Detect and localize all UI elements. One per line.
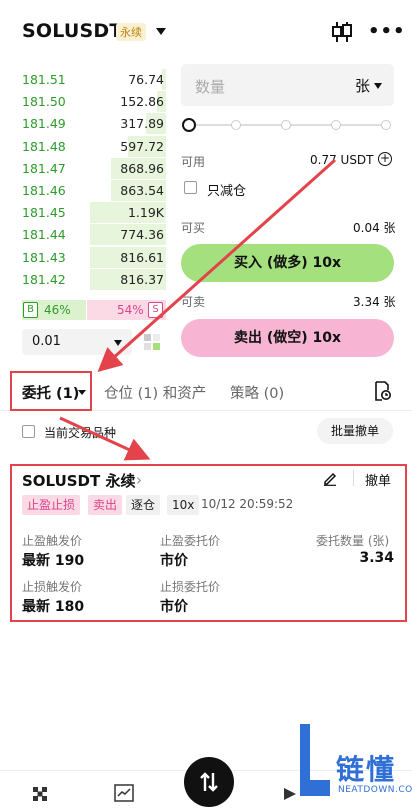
current-symbol-label[interactable]: 当前交易品种 <box>44 424 116 441</box>
orderbook-quantity: 597.72 <box>120 138 164 154</box>
chart-icon[interactable] <box>114 784 134 802</box>
orderbook-quantity: 317.89 <box>120 116 164 132</box>
can-sell-label: 可卖 <box>181 295 206 309</box>
orderbook-quantity: 152.86 <box>120 94 164 110</box>
orderbook-price: 181.42 <box>22 271 66 287</box>
orderbook-price: 181.46 <box>22 183 66 198</box>
buy-ratio-percent: 46% <box>44 303 71 317</box>
chevron-down-icon[interactable] <box>374 83 382 89</box>
current-symbol-checkbox[interactable] <box>22 425 35 438</box>
orderbook-quantity: 1.19K <box>127 205 164 221</box>
quantity-placeholder: 数量 <box>195 78 226 96</box>
quantity-input[interactable]: 数量 张 <box>181 64 394 106</box>
quantity-slider-handle[interactable] <box>182 118 196 132</box>
can-buy-value: 0.04 张 <box>353 221 396 235</box>
orderbook-row[interactable]: 181.43 816.61 <box>22 246 166 268</box>
watermark-site: NEATDOWN.COM <box>338 785 412 795</box>
orderbook-row[interactable]: 181.48 597.72 <box>22 135 166 157</box>
orderbook-price: 181.48 <box>22 138 66 154</box>
pair-dropdown-icon[interactable] <box>156 28 166 35</box>
markets-icon[interactable] <box>32 786 48 802</box>
orderbook-price: 181.45 <box>22 205 66 221</box>
watermark-logo-icon <box>300 724 330 796</box>
orderbook-row[interactable]: 181.49 317.89 <box>22 112 166 135</box>
orderbook-quantity: 816.37 <box>120 271 164 287</box>
perpetual-badge: 永续 <box>116 23 146 41</box>
candlestick-icon[interactable] <box>331 20 353 44</box>
can-buy-label: 可买 <box>181 221 206 235</box>
order-history-icon[interactable] <box>373 381 391 401</box>
available-label: 可用 <box>181 155 206 169</box>
slider-step-dot[interactable] <box>331 120 341 130</box>
highlight-box-order-card <box>10 464 407 622</box>
pair-title[interactable]: SOLUSDT <box>22 20 123 42</box>
transfer-plus-icon[interactable]: + <box>378 152 392 166</box>
orderbook-price: 181.49 <box>22 116 66 132</box>
price-precision-select[interactable]: 0.01 <box>22 329 132 355</box>
more-menu-icon[interactable]: ••• <box>368 23 406 41</box>
watermark-brand: 链懂 <box>336 753 397 786</box>
orderbook-quantity: 816.61 <box>120 249 164 265</box>
available-value: 0.77 USDT <box>310 153 374 167</box>
orderbook-price: 181.43 <box>22 249 66 265</box>
slider-step-dot[interactable] <box>281 120 291 130</box>
sell-ratio-badge: S <box>148 302 163 318</box>
reduce-only-label[interactable]: 只减仓 <box>207 180 246 199</box>
can-sell-value: 3.34 张 <box>353 295 396 309</box>
tab-positions[interactable]: 仓位 (1) 和资产 <box>104 382 206 403</box>
sell-short-button[interactable]: 卖出 (做空) 10x <box>181 319 394 357</box>
orderbook-row[interactable]: 181.42 816.37 <box>22 268 166 290</box>
buy-long-button[interactable]: 买入 (做多) 10x <box>181 244 394 282</box>
chevron-down-icon <box>114 340 122 346</box>
precision-value: 0.01 <box>32 334 61 349</box>
slider-step-dot[interactable] <box>381 120 391 130</box>
slider-step-dot[interactable] <box>231 120 241 130</box>
reduce-only-checkbox[interactable] <box>184 181 197 194</box>
orderbook-quantity: 774.36 <box>120 227 164 243</box>
quantity-unit[interactable]: 张 <box>355 75 370 96</box>
orderbook-row[interactable]: 181.51 76.74 <box>22 68 166 90</box>
buy-ratio-badge: B <box>23 302 38 318</box>
orderbook-price: 181.47 <box>22 160 66 176</box>
orderbook-price: 181.44 <box>22 227 66 243</box>
orderbook-price: 181.51 <box>22 72 66 87</box>
orderbook-row[interactable]: 181.46 863.54 <box>22 179 166 201</box>
orderbook-quantity: 868.96 <box>120 160 164 176</box>
swap-arrows-icon <box>200 772 218 792</box>
orderbook-price: 181.50 <box>22 94 66 110</box>
tab-strategy[interactable]: 策略 (0) <box>230 382 284 403</box>
orderbook-quantity: 863.54 <box>120 183 164 198</box>
orderbook-layout-icon[interactable] <box>142 332 162 352</box>
orderbook-row[interactable]: 181.45 1.19K <box>22 201 166 224</box>
highlight-box-orders-tab <box>10 371 92 411</box>
trade-button[interactable] <box>184 757 234 807</box>
orderbook-row[interactable]: 181.50 152.86 <box>22 90 166 113</box>
batch-cancel-button[interactable]: 批量撤单 <box>317 418 393 444</box>
orderbook-row[interactable]: 181.44 774.36 <box>22 223 166 246</box>
sell-ratio-percent: 54% <box>117 303 144 317</box>
orderbook-row[interactable]: 181.47 868.96 <box>22 157 166 179</box>
orderbook-quantity: 76.74 <box>128 72 164 87</box>
